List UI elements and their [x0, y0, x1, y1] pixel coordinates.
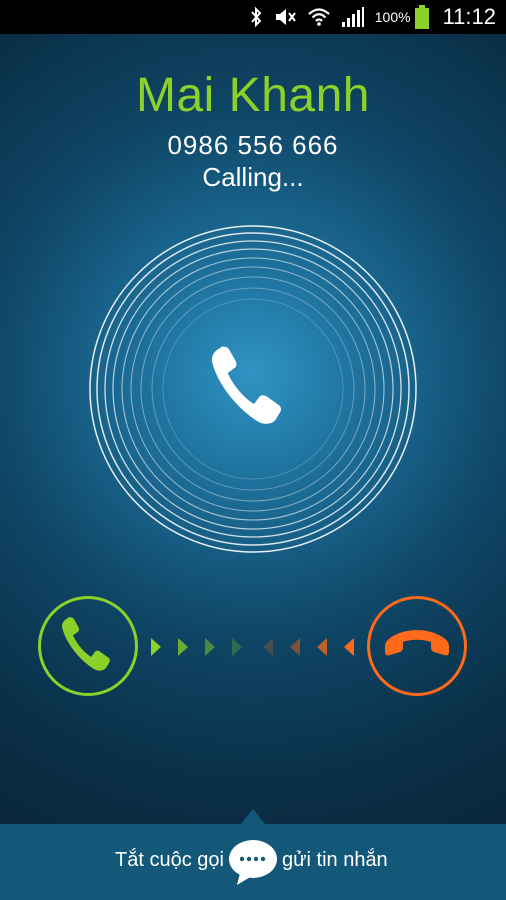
- swipe-arrows: [151, 638, 354, 656]
- battery-icon: [414, 5, 429, 29]
- send-message-label: gửi tin nhắn: [282, 849, 388, 871]
- call-screen: Mai Khanh 0986 556 666 Calling...: [0, 34, 506, 824]
- wifi-icon: [307, 6, 331, 28]
- decline-button[interactable]: [367, 596, 467, 696]
- signal-icon: [341, 6, 365, 28]
- status-time: 11:12: [442, 4, 496, 29]
- contact-name: Mai Khanh: [136, 69, 370, 122]
- call-status: Calling...: [202, 162, 304, 192]
- battery: 100%: [375, 5, 429, 29]
- answer-button[interactable]: [38, 596, 138, 696]
- message-bubble-icon[interactable]: [228, 838, 278, 891]
- pulse-rings: [89, 225, 417, 553]
- bluetooth-icon: [249, 6, 263, 28]
- phone-answer-icon: [58, 614, 118, 679]
- phone-decline-icon: [381, 624, 453, 669]
- phone-number: 0986 556 666: [167, 130, 339, 160]
- mute-icon: [273, 6, 297, 28]
- reject-call-label: Tắt cuộc gọi: [115, 849, 224, 871]
- status-bar: 100% 11:12: [0, 0, 506, 34]
- battery-percent: 100%: [374, 9, 411, 25]
- phone-handset-icon[interactable]: [211, 346, 282, 424]
